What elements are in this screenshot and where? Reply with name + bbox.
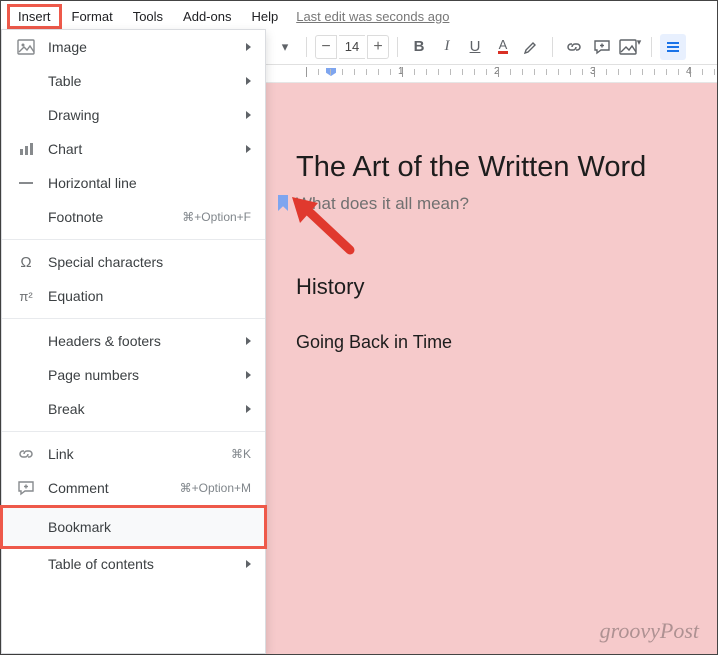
menuitem-label: Image [48,39,234,55]
menuitem-label: Horizontal line [48,175,251,191]
ruler[interactable]: 1 2 3 4 [266,65,717,83]
menuitem-chart[interactable]: Chart [2,132,265,166]
align-button[interactable] [660,34,686,60]
chevron-right-icon [246,77,251,85]
last-edit-info[interactable]: Last edit was seconds ago [296,9,449,24]
menuitem-break[interactable]: Break [2,392,265,426]
menuitem-label: Drawing [48,107,234,123]
toolbar: ▾ − 14 + B I U A ▾ [266,29,717,65]
blank-icon [16,365,36,385]
highlight-button[interactable] [518,34,544,60]
separator [397,37,398,57]
menuitem-equation[interactable]: π² Equation [2,279,265,313]
menuitem-pagenumbers[interactable]: Page numbers [2,358,265,392]
menuitem-drawing[interactable]: Drawing [2,98,265,132]
doc-heading2[interactable]: History [296,274,717,300]
blank-icon [16,207,36,227]
chevron-right-icon [246,337,251,345]
menuitem-image[interactable]: Image [2,30,265,64]
doc-paragraph[interactable]: Going Back in Time [296,332,717,353]
italic-button[interactable]: I [434,34,460,60]
menuitem-label: Equation [48,288,251,304]
blank-icon [16,105,36,125]
dropdown-caret-icon[interactable]: ▾ [272,34,298,60]
insert-comment-button[interactable] [589,34,615,60]
bookmark-icon[interactable] [278,195,288,211]
menuitem-label: Break [48,401,234,417]
separator [552,37,553,57]
separator [651,37,652,57]
menuitem-label: Special characters [48,254,251,270]
menuitem-label: Table [48,73,234,89]
image-icon [16,37,36,57]
chevron-right-icon [246,405,251,413]
menu-addons[interactable]: Add-ons [173,5,241,28]
menu-help[interactable]: Help [241,5,288,28]
menuitem-headers[interactable]: Headers & footers [2,324,265,358]
blank-icon [16,331,36,351]
pi-icon: π² [16,286,36,306]
menuitem-toc[interactable]: Table of contents [2,547,265,581]
chevron-right-icon [246,111,251,119]
menuitem-bookmark[interactable]: Bookmark [2,507,265,547]
shortcut-text: ⌘+Option+F [182,210,251,224]
menuitem-table[interactable]: Table [2,64,265,98]
insert-image-button[interactable]: ▾ [617,34,643,60]
chevron-right-icon [246,560,251,568]
menuitem-comment[interactable]: Comment ⌘+Option+M [2,471,265,505]
menuitem-label: Link [48,446,219,462]
menu-tools[interactable]: Tools [123,5,173,28]
separator [2,239,265,240]
blank-icon [16,71,36,91]
blank-icon [16,517,36,537]
indent-marker-icon[interactable] [326,68,336,76]
blank-icon [16,554,36,574]
chevron-right-icon [246,145,251,153]
menuitem-label: Footnote [48,209,170,225]
menuitem-link[interactable]: Link ⌘K [2,437,265,471]
blank-icon [16,399,36,419]
menuitem-specialchars[interactable]: Ω Special characters [2,245,265,279]
menuitem-label: Bookmark [48,519,251,535]
chart-icon [16,139,36,159]
menuitem-label: Table of contents [48,556,234,572]
textcolor-button[interactable]: A [490,34,516,60]
link-icon [16,444,36,464]
watermark: groovyPost [600,618,699,644]
doc-subtitle[interactable]: What does it all mean? [296,194,717,214]
menuitem-label: Comment [48,480,168,496]
menu-format[interactable]: Format [62,5,123,28]
chevron-right-icon [246,43,251,51]
menuitem-footnote[interactable]: Footnote ⌘+Option+F [2,200,265,234]
separator [306,37,307,57]
hline-icon [16,173,36,193]
menubar: Insert Format Tools Add-ons Help Last ed… [1,1,717,29]
bold-button[interactable]: B [406,34,432,60]
menuitem-hline[interactable]: Horizontal line [2,166,265,200]
fontsize-decrease-button[interactable]: − [315,35,337,59]
doc-subtitle-text: What does it all mean? [296,194,469,213]
shortcut-text: ⌘+Option+M [180,481,251,495]
omega-icon: Ω [16,252,36,272]
chevron-right-icon [246,371,251,379]
doc-title[interactable]: The Art of the Written Word [296,151,717,184]
separator [2,318,265,319]
insert-link-button[interactable] [561,34,587,60]
separator [2,431,265,432]
menuitem-label: Headers & footers [48,333,234,349]
menu-insert[interactable]: Insert [7,4,62,29]
insert-dropdown: Image Table Drawing Chart Horizontal lin… [1,29,266,654]
menuitem-label: Chart [48,141,234,157]
document-area[interactable]: The Art of the Written Word What does it… [266,83,717,654]
comment-icon [16,478,36,498]
fontsize-field[interactable]: 14 [339,35,365,59]
shortcut-text: ⌘K [231,447,251,461]
underline-button[interactable]: U [462,34,488,60]
fontsize-increase-button[interactable]: + [367,35,389,59]
menuitem-label: Page numbers [48,367,234,383]
